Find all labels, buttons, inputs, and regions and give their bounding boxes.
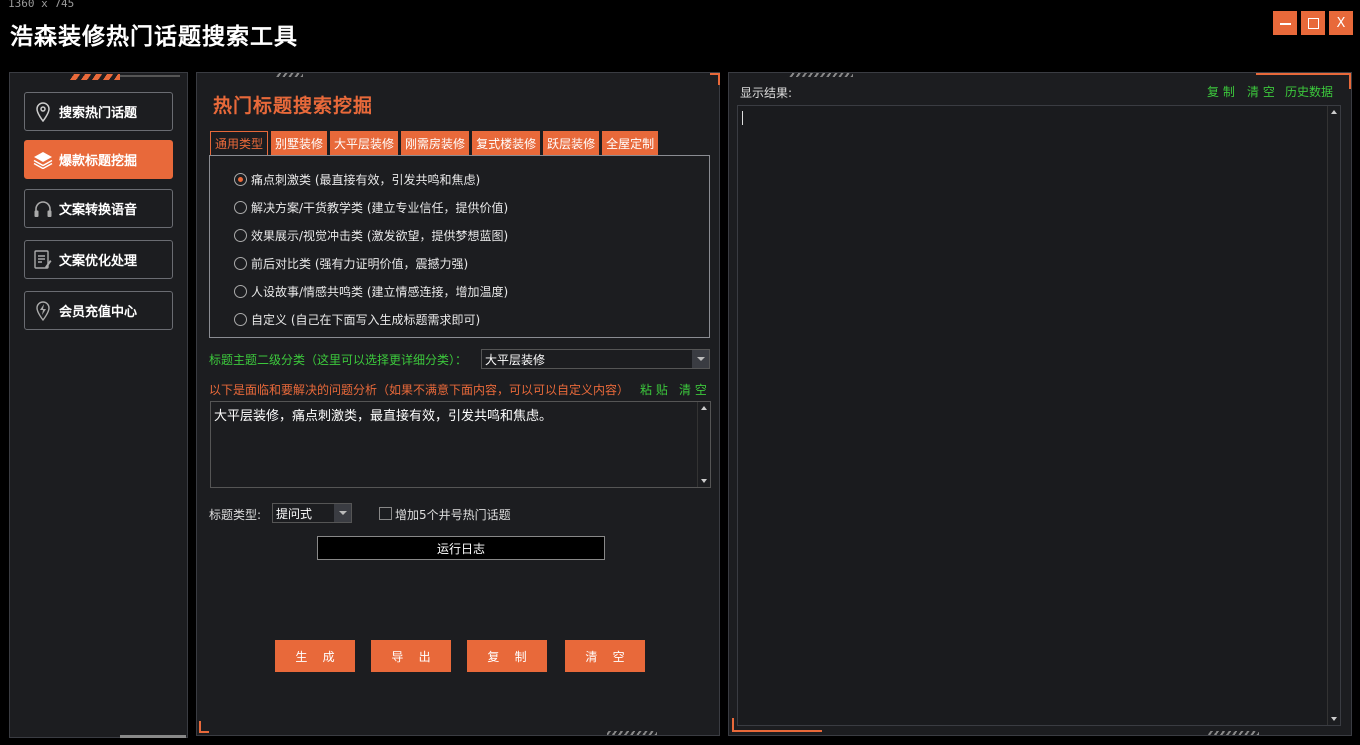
layers-icon [33, 150, 53, 170]
main-corner-bottom-h [199, 731, 209, 733]
title-type-label: 标题类型: [209, 508, 262, 522]
analysis-label: 以下是面临和要解决的问题分析（如果不满意下面内容，可以可以自定义内容） [209, 383, 630, 397]
result-copy-button[interactable]: 复 制 [1207, 83, 1235, 100]
result-deco-stripes-top [789, 73, 853, 77]
sidebar-item-label: 文案转换语音 [59, 203, 138, 218]
tab-split-level[interactable]: 跃层装修 [543, 131, 600, 155]
maximize-icon [1307, 17, 1319, 29]
sidebar-item-text-optimize[interactable]: 文案优化处理 [24, 240, 173, 279]
sidebar-deco-line [120, 75, 180, 77]
sidebar-item-text-to-speech[interactable]: 文案转换语音 [24, 189, 173, 228]
hashtag-label: 增加5个井号热门话题 [395, 508, 511, 522]
tab-starter-home[interactable]: 刚需房装修 [401, 131, 470, 155]
export-button[interactable]: 导 出 [371, 640, 451, 672]
scroll-down-icon [1331, 717, 1337, 721]
main-corner-top-v [718, 73, 720, 85]
category-tabs: 通用类型 别墅装修 大平层装修 刚需房装修 复式楼装修 跃层装修 全屋定制 [210, 131, 659, 155]
app-title: 浩森装修热门话题搜索工具 [10, 23, 298, 50]
sidebar-item-recharge[interactable]: 会员充值中心 [24, 291, 173, 330]
scroll-down-icon [701, 479, 707, 483]
main-deco-stripes-top [275, 73, 303, 77]
result-corner-top-v [1349, 73, 1351, 89]
radio-button[interactable] [234, 256, 247, 270]
section-title: 热门标题搜索挖掘 [213, 95, 374, 117]
radio-label: 前后对比类 (强有力证明价值，震撼力强) [251, 256, 469, 271]
radio-option-solution[interactable]: 解决方案/干货教学类 (建立专业信任，提供价值) [234, 197, 508, 217]
tab-whole-house-custom[interactable]: 全屋定制 [602, 131, 659, 155]
sidebar-item-label: 文案优化处理 [59, 254, 138, 269]
sidebar-item-label: 搜索热门话题 [59, 106, 138, 121]
analysis-text: 大平层装修，痛点刺激类，最直接有效，引发共鸣和焦虑。 [214, 409, 553, 424]
radio-option-pain-point[interactable]: 痛点刺激类 (最直接有效，引发共鸣和焦虑) [234, 169, 480, 189]
sidebar-item-search-topics[interactable]: 搜索热门话题 [24, 92, 173, 131]
tab-general[interactable]: 通用类型 [210, 131, 269, 155]
result-deco-stripes-bottom [1207, 731, 1259, 735]
title-type-value: 提问式 [276, 506, 313, 521]
result-panel: 显示结果: 复 制 清 空 历史数据 [728, 72, 1352, 736]
chevron-down-icon [334, 504, 351, 522]
paste-button[interactable]: 粘 贴 [640, 381, 668, 398]
result-label: 显示结果: [740, 86, 793, 100]
hashtag-checkbox[interactable] [379, 507, 392, 520]
analysis-textarea[interactable]: 大平层装修，痛点刺激类，最直接有效，引发共鸣和焦虑。 [210, 401, 711, 488]
radio-option-story[interactable]: 人设故事/情感共鸣类 (建立情感连接，增加温度) [234, 281, 508, 301]
title-type-radio-group: 痛点刺激类 (最直接有效，引发共鸣和焦虑) 解决方案/干货教学类 (建立专业信任… [209, 155, 710, 338]
close-button[interactable]: X [1329, 11, 1353, 35]
radio-button[interactable] [234, 312, 247, 326]
scroll-up-icon [1331, 110, 1337, 114]
maximize-button[interactable] [1301, 11, 1325, 35]
subcategory-value: 大平层装修 [485, 352, 546, 367]
tab-villa[interactable]: 别墅装修 [271, 131, 328, 155]
radio-label: 人设故事/情感共鸣类 (建立情感连接，增加温度) [251, 284, 509, 299]
history-button[interactable]: 历史数据 [1285, 83, 1333, 100]
scroll-up-icon [701, 406, 707, 410]
document-edit-icon [33, 249, 53, 270]
generate-button[interactable]: 生 成 [275, 640, 355, 672]
run-log: 运行日志 [317, 536, 605, 560]
chevron-down-icon [692, 350, 709, 368]
radio-label: 解决方案/干货教学类 (建立专业信任，提供价值) [251, 200, 509, 215]
title-mining-panel: 热门标题搜索挖掘 通用类型 别墅装修 大平层装修 刚需房装修 复式楼装修 跃层装… [196, 72, 720, 736]
radio-button[interactable] [234, 284, 247, 298]
minimize-button[interactable] [1273, 11, 1297, 35]
clear-button[interactable]: 清 空 [565, 640, 645, 672]
subcategory-label: 标题主题二级分类（这里可以选择更详细分类）： [209, 353, 468, 367]
title-type-select[interactable]: 提问式 [272, 503, 352, 523]
sidebar-deco-stripes [70, 74, 120, 80]
sidebar-item-label: 爆款标题挖掘 [59, 154, 138, 169]
tab-large-flat[interactable]: 大平层装修 [330, 131, 399, 155]
sidebar: 搜索热门话题 爆款标题挖掘 文案转换语音 文案优化处理 会员充值中心 [9, 72, 188, 738]
main-deco-stripes-bottom [607, 731, 657, 735]
screen-dimensions-label: 1360 x 745 [8, 0, 75, 10]
result-corner-bottom-h [732, 730, 822, 732]
copy-button[interactable]: 复 制 [467, 640, 547, 672]
sidebar-deco-bottom [120, 735, 186, 738]
radio-option-showcase[interactable]: 效果展示/视觉冲击类 (激发欲望，提供梦想蓝图) [234, 225, 508, 245]
radio-label: 痛点刺激类 (最直接有效，引发共鸣和焦虑) [251, 172, 481, 187]
clear-analysis-button[interactable]: 清 空 [679, 381, 707, 398]
tab-duplex[interactable]: 复式楼装修 [472, 131, 541, 155]
radio-label: 自定义 (自己在下面写入生成标题需求即可) [251, 312, 481, 327]
subcategory-select[interactable]: 大平层装修 [481, 349, 710, 369]
radio-button[interactable] [234, 200, 247, 214]
result-scrollbar[interactable] [1327, 106, 1340, 725]
radio-option-custom[interactable]: 自定义 (自己在下面写入生成标题需求即可) [234, 309, 480, 329]
radio-button[interactable] [234, 228, 247, 242]
bolt-icon [33, 300, 53, 321]
radio-button[interactable] [234, 172, 247, 186]
sidebar-item-title-mining[interactable]: 爆款标题挖掘 [24, 140, 173, 179]
result-corner-top-h [1256, 73, 1351, 75]
radio-label: 效果展示/视觉冲击类 (激发欲望，提供梦想蓝图) [251, 228, 509, 243]
sidebar-item-label: 会员充值中心 [59, 305, 138, 320]
result-clear-button[interactable]: 清 空 [1247, 83, 1275, 100]
map-pin-icon [33, 101, 53, 122]
headphones-icon [33, 199, 53, 219]
radio-option-before-after[interactable]: 前后对比类 (强有力证明价值，震撼力强) [234, 253, 468, 273]
analysis-scrollbar[interactable] [697, 402, 710, 487]
result-textarea[interactable] [737, 105, 1341, 726]
minimize-icon [1279, 23, 1291, 25]
text-caret [742, 111, 743, 125]
